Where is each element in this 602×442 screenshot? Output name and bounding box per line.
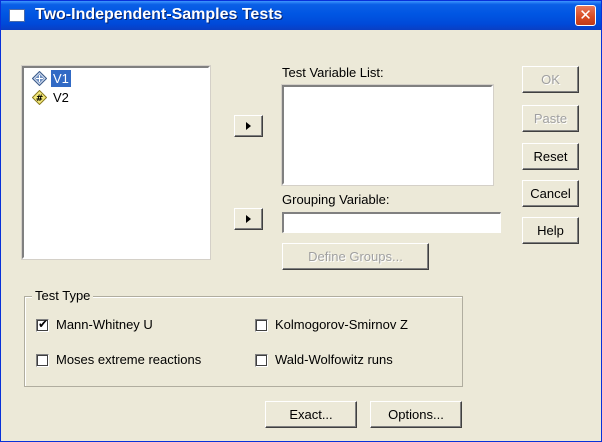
reset-button[interactable]: Reset [522, 143, 579, 170]
cancel-button[interactable]: Cancel [522, 180, 579, 207]
cancel-label: Cancel [530, 186, 571, 201]
title-bar[interactable]: Two-Independent-Samples Tests ✕ [1, 1, 601, 30]
right-arrow-icon [246, 215, 251, 223]
svg-text:#: # [36, 94, 44, 104]
help-label: Help [537, 223, 564, 238]
close-button[interactable]: ✕ [575, 5, 596, 26]
test-type-legend: Test Type [32, 288, 94, 303]
test-variable-list-label: Test Variable List: [282, 65, 384, 80]
checkbox-box[interactable] [255, 319, 268, 332]
moses-extreme-checkbox[interactable]: Moses extreme reactions [36, 352, 246, 370]
ordinal-variable-icon: # [32, 90, 47, 105]
scale-variable-icon [32, 71, 47, 86]
dialog-window: Two-Independent-Samples Tests ✕ V1 # V2 [0, 0, 602, 442]
wald-wolfowitz-checkbox[interactable]: Wald-Wolfowitz runs [255, 352, 455, 370]
checkbox-label: Mann-Whitney U [56, 317, 153, 332]
source-variable-list[interactable]: V1 # V2 [21, 65, 211, 260]
variable-label: V1 [51, 70, 71, 87]
checkbox-label: Wald-Wolfowitz runs [275, 352, 393, 367]
move-to-test-list-button[interactable] [234, 115, 263, 137]
paste-button[interactable]: Paste [522, 105, 579, 132]
grouping-variable-label: Grouping Variable: [282, 192, 390, 207]
variable-label: V2 [53, 90, 69, 105]
close-icon: ✕ [579, 6, 592, 24]
exact-label: Exact... [289, 407, 333, 422]
help-button[interactable]: Help [522, 217, 579, 244]
checkbox-label: Moses extreme reactions [56, 352, 202, 367]
test-type-group [24, 296, 463, 387]
move-to-grouping-button[interactable] [234, 208, 263, 230]
window-icon [9, 9, 25, 22]
kolmogorov-smirnov-checkbox[interactable]: Kolmogorov-Smirnov Z [255, 317, 455, 335]
checkbox-box[interactable] [255, 354, 268, 367]
options-button[interactable]: Options... [370, 401, 462, 428]
checkbox-box[interactable]: ✔ [36, 317, 49, 332]
ok-label: OK [541, 72, 560, 87]
test-variable-list[interactable] [281, 84, 494, 186]
mann-whitney-checkbox[interactable]: ✔ Mann-Whitney U [36, 317, 236, 335]
checkbox-box[interactable] [36, 354, 49, 367]
right-arrow-icon [246, 122, 251, 130]
grouping-variable-field[interactable] [282, 212, 501, 233]
paste-label: Paste [533, 111, 568, 126]
reset-label: Reset [533, 149, 568, 164]
exact-button[interactable]: Exact... [265, 401, 357, 428]
define-groups-button[interactable]: Define Groups... [282, 243, 429, 270]
define-groups-label: Define Groups... [308, 249, 403, 264]
checkbox-label: Kolmogorov-Smirnov Z [275, 317, 408, 332]
window-title: Two-Independent-Samples Tests [35, 6, 283, 23]
ok-button[interactable]: OK [522, 66, 579, 93]
options-label: Options... [388, 407, 444, 422]
checkmark-icon: ✔ [38, 317, 49, 331]
